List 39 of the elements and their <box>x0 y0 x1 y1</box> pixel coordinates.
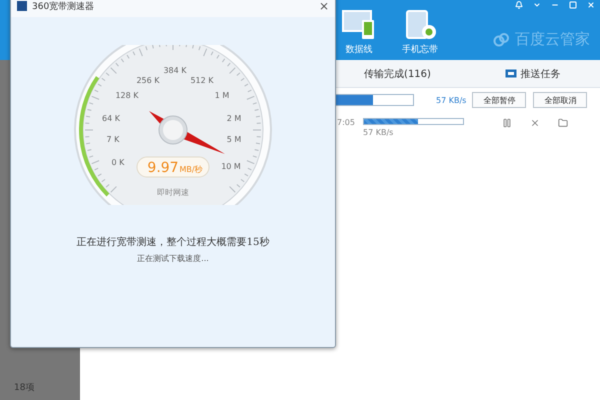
speed-value: 9.97 <box>147 160 179 176</box>
close-icon[interactable] <box>586 0 596 10</box>
tab[interactable]: 推送任务 <box>465 60 600 87</box>
action-button[interactable]: 全部取消 <box>533 92 588 108</box>
app-icon <box>17 1 27 11</box>
gauge-label: 64 K <box>102 114 120 123</box>
bell-icon[interactable] <box>514 0 524 10</box>
dialog-title: 360宽带测速器 <box>32 0 96 12</box>
pause-icon[interactable] <box>502 118 512 128</box>
folder-icon[interactable] <box>558 118 568 128</box>
cloud-logo-icon <box>493 32 511 46</box>
needle-hub <box>158 116 188 144</box>
gauge-label: 384 K <box>163 66 187 75</box>
gauge-label: 5 M <box>226 135 242 144</box>
task-speed: 57 KB/s <box>363 128 394 137</box>
gauge-caption: 即时网速 <box>157 188 189 197</box>
item-count: 18项 <box>14 382 34 394</box>
gauge-label: 1 M <box>214 91 230 100</box>
gauge-label: 7 K <box>106 135 120 144</box>
gauge-label: 128 K <box>115 91 139 100</box>
progress-message: 正在进行宽带测速，整个过程大概需要15秒 <box>76 236 270 249</box>
close-icon[interactable] <box>530 118 540 128</box>
app-logo-text: 百度云管家 <box>515 30 590 49</box>
maximize-icon[interactable] <box>568 0 578 10</box>
screen-icon <box>504 68 516 78</box>
close-button[interactable]: × <box>318 0 329 13</box>
tablet-cloud-icon <box>403 10 437 40</box>
gauge-label: 2 M <box>226 114 242 123</box>
tab[interactable]: 传输完成(116) <box>330 60 465 87</box>
status-text: 正在测试下载速度... <box>137 253 209 264</box>
gauge-label: 0 K <box>112 158 124 167</box>
task-time: 7:05 <box>337 118 356 127</box>
gauge-label: 10 M <box>221 162 241 171</box>
gauge-label: 512 K <box>190 76 214 85</box>
action-button[interactable]: 全部暂停 <box>472 92 526 108</box>
total-speed: 57 KB/s <box>436 96 466 104</box>
speed-unit: MB/秒 <box>179 165 203 174</box>
gauge-label: 256 K <box>136 76 160 85</box>
monitor-phone-icon <box>342 10 376 40</box>
